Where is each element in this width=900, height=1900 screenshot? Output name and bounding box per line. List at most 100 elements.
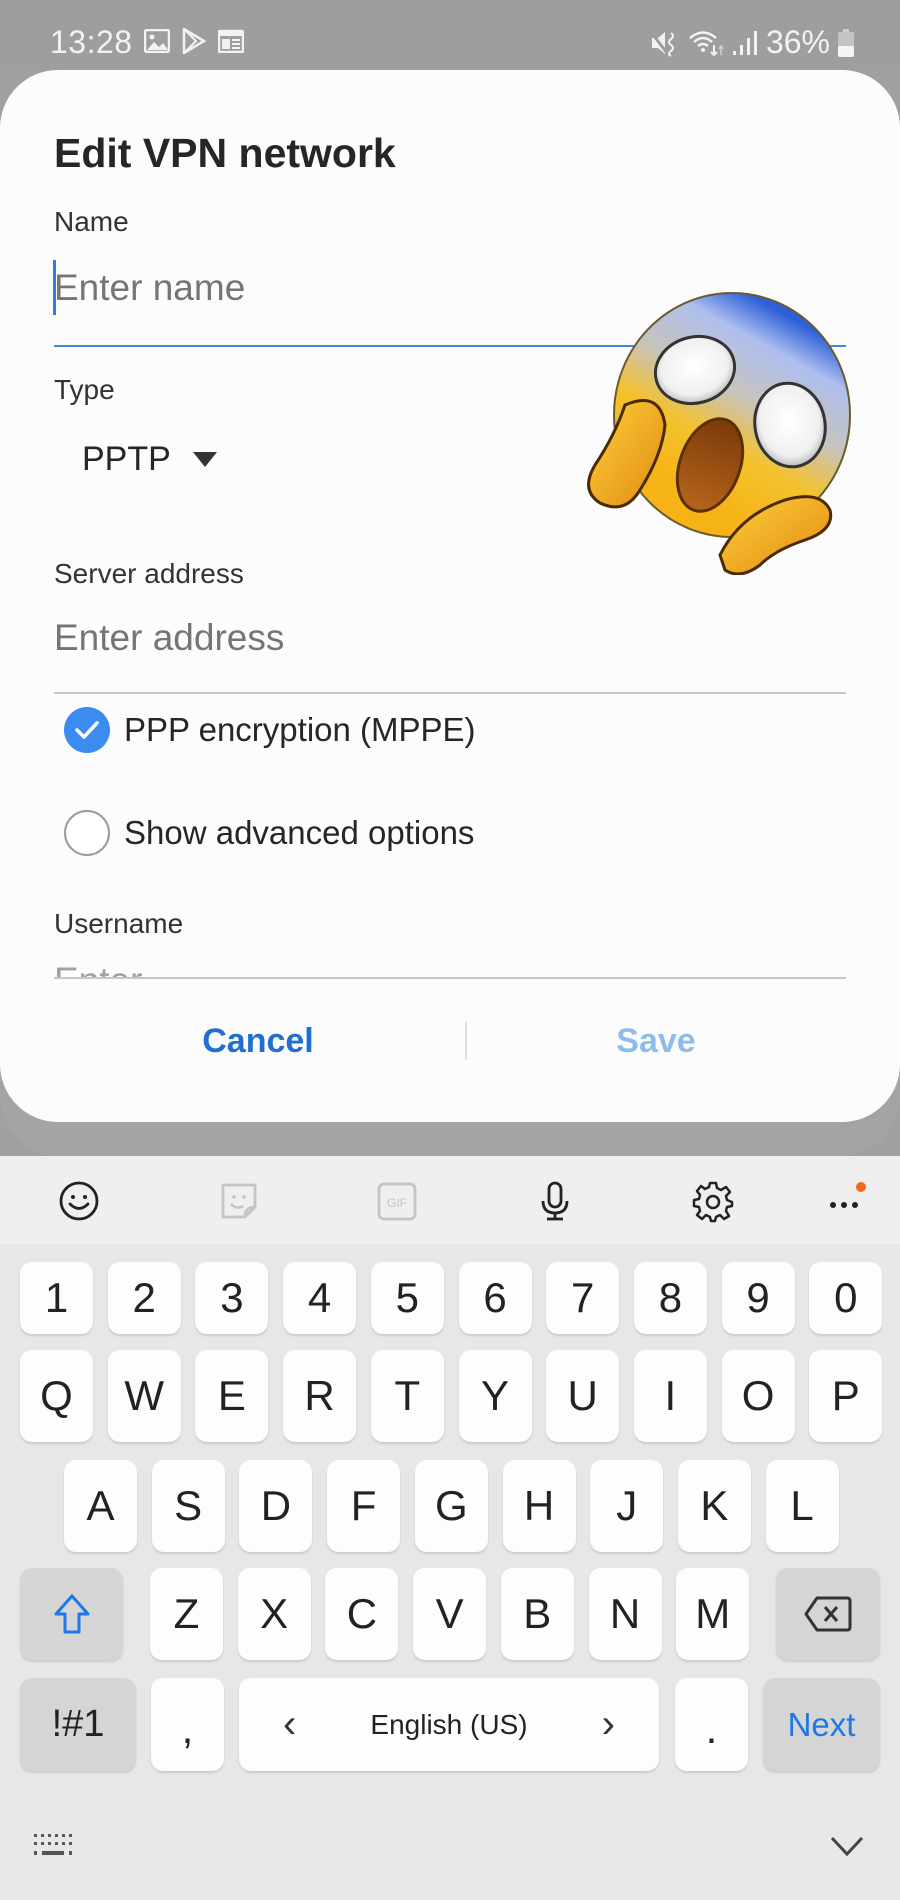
battery-percent: 36% (765, 24, 830, 60)
settings-icon (692, 1181, 734, 1223)
key-3[interactable]: 3 (195, 1262, 269, 1334)
key-x[interactable]: X (237, 1568, 311, 1660)
username-placeholder: Enter (54, 960, 142, 978)
key-u[interactable]: U (546, 1350, 620, 1442)
next-key[interactable]: Next (763, 1678, 880, 1771)
name-label: Name (54, 206, 129, 237)
gallery-icon (144, 29, 170, 53)
language-next-icon: › (601, 1702, 615, 1746)
key-e[interactable]: E (195, 1350, 269, 1442)
wifi-icon (688, 29, 724, 57)
keyboard-settings-button[interactable] (686, 1174, 740, 1228)
keyboard-switch-button[interactable] (28, 1826, 78, 1866)
shift-key[interactable] (20, 1568, 123, 1660)
key-4[interactable]: 4 (283, 1262, 357, 1334)
shift-icon (54, 1594, 89, 1634)
key-6[interactable]: 6 (458, 1262, 532, 1334)
keyboard-switch-icon (34, 1834, 72, 1855)
key-1[interactable]: 1 (20, 1262, 93, 1334)
backspace-key[interactable] (776, 1568, 880, 1660)
save-button[interactable]: Save (436, 1006, 876, 1076)
key-p[interactable]: P (809, 1350, 883, 1442)
language-prev-icon: ‹ (283, 1702, 297, 1746)
chevron-down-icon (830, 1836, 864, 1857)
key-a[interactable]: A (64, 1460, 137, 1552)
signal-icon (732, 30, 758, 56)
key-y[interactable]: Y (458, 1350, 532, 1442)
key-l[interactable]: L (765, 1460, 839, 1552)
mute-vibrate-icon (649, 29, 680, 57)
status-bar: 13:28 36% (0, 0, 900, 80)
ppp-encryption-label: PPP encryption (MPPE) (124, 711, 476, 748)
calendar-news-icon (218, 29, 244, 53)
ppp-encryption-checkbox[interactable]: PPP encryption (MPPE) (64, 707, 476, 753)
key-5[interactable]: 5 (370, 1262, 444, 1334)
checkbox-unchecked-icon (64, 810, 110, 856)
key-k[interactable]: K (677, 1460, 751, 1552)
key-q[interactable]: Q (20, 1350, 93, 1442)
key-i[interactable]: I (633, 1350, 707, 1442)
key-b[interactable]: B (500, 1568, 574, 1660)
period-key[interactable]: . (675, 1678, 748, 1771)
space-language-label: English (US) (370, 1708, 528, 1740)
voice-input-button[interactable] (528, 1174, 582, 1228)
key-m[interactable]: M (676, 1568, 750, 1660)
sticker-icon (221, 1183, 257, 1219)
key-7[interactable]: 7 (546, 1262, 620, 1334)
gif-icon: GIF (377, 1182, 417, 1221)
keyboard-bottom-bar (0, 1806, 900, 1900)
key-f[interactable]: F (327, 1460, 401, 1552)
cancel-button[interactable]: Cancel (38, 1006, 478, 1076)
username-underline (54, 977, 846, 979)
microphone-icon (541, 1181, 569, 1221)
key-j[interactable]: J (590, 1460, 664, 1552)
status-time: 13:28 (50, 24, 133, 60)
key-n[interactable]: N (588, 1568, 662, 1660)
server-address-label: Server address (54, 558, 244, 589)
show-advanced-options-checkbox[interactable]: Show advanced options (64, 810, 474, 856)
status-system-icons: 36% (649, 24, 854, 61)
comma-key[interactable]: , (151, 1678, 224, 1771)
hide-keyboard-button[interactable] (822, 1826, 872, 1866)
key-z[interactable]: Z (150, 1568, 223, 1660)
key-2[interactable]: 2 (107, 1262, 181, 1334)
key-v[interactable]: V (413, 1568, 487, 1660)
type-label: Type (54, 374, 115, 405)
username-label: Username (54, 908, 184, 939)
key-h[interactable]: H (502, 1460, 576, 1552)
key-w[interactable]: W (107, 1350, 181, 1442)
server-address-underline (54, 692, 846, 694)
more-icon (830, 1182, 866, 1208)
type-selected-value: PPTP (82, 440, 171, 478)
gif-button[interactable]: GIF (370, 1174, 424, 1228)
username-input[interactable]: Enter (54, 960, 846, 978)
emoji-icon (59, 1181, 99, 1221)
key-s[interactable]: S (151, 1460, 225, 1552)
space-key[interactable]: ‹ English (US) › (239, 1678, 659, 1771)
dropdown-arrow-icon (192, 452, 217, 467)
checkbox-checked-icon (64, 707, 110, 753)
key-o[interactable]: O (721, 1350, 795, 1442)
key-g[interactable]: G (414, 1460, 488, 1552)
key-t[interactable]: T (370, 1350, 444, 1442)
key-d[interactable]: D (239, 1460, 313, 1552)
status-notification-icons (144, 28, 244, 54)
key-r[interactable]: R (283, 1350, 357, 1442)
more-options-button[interactable] (820, 1174, 874, 1228)
server-address-input[interactable] (54, 610, 846, 666)
key-0[interactable]: 0 (809, 1262, 883, 1334)
dialog-title: Edit VPN network (54, 130, 396, 176)
emoji-button[interactable] (52, 1174, 106, 1228)
edit-vpn-dialog: Edit VPN network Name Type PPTP Server a… (0, 70, 900, 1122)
symbols-key[interactable]: !#1 (20, 1678, 136, 1771)
backspace-icon (804, 1596, 852, 1632)
keyboard: GIF 1234567890 QWERTYUIOP ASDFGHJKL ZXCVBNM… (0, 1156, 900, 1900)
key-8[interactable]: 8 (633, 1262, 707, 1334)
battery-icon (838, 28, 854, 57)
gif-icon-text: GIF (387, 1196, 407, 1210)
type-dropdown[interactable]: PPTP (82, 440, 217, 479)
sticker-button[interactable] (212, 1174, 266, 1228)
key-9[interactable]: 9 (721, 1262, 795, 1334)
play-store-icon (182, 28, 206, 54)
key-c[interactable]: C (325, 1568, 399, 1660)
